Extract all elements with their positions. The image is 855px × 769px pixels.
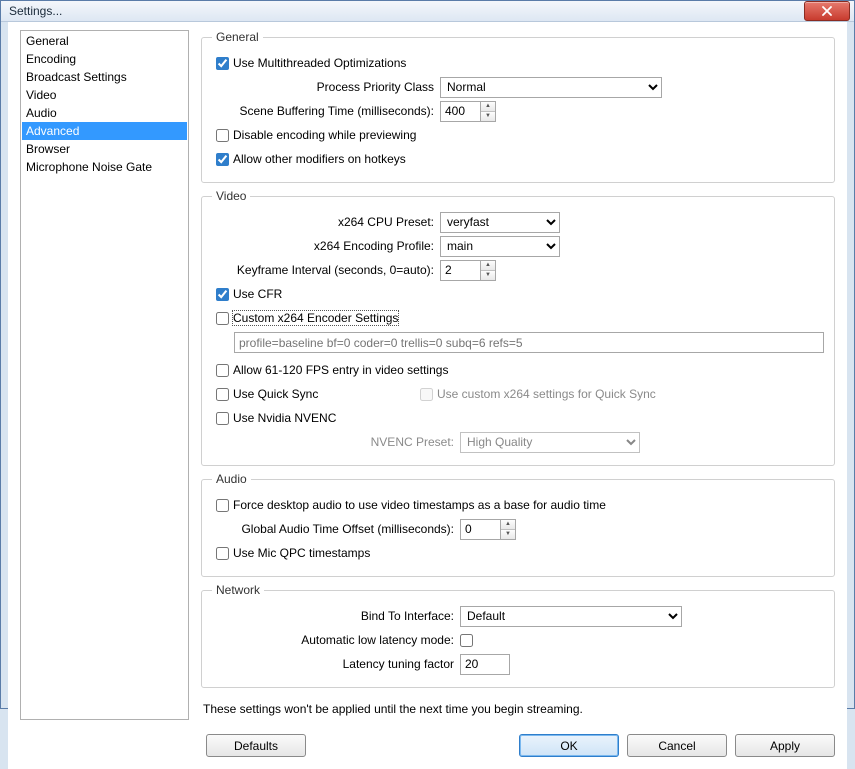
close-button[interactable]	[804, 1, 850, 21]
priority-select[interactable]: Normal	[440, 77, 662, 98]
dialog-body: General Encoding Broadcast Settings Vide…	[8, 22, 847, 728]
network-group: Network Bind To Interface: Default Autom…	[201, 583, 835, 688]
defaults-button[interactable]: Defaults	[206, 734, 306, 757]
use-custom-qs-label: Use custom x264 settings for Quick Sync	[437, 387, 656, 401]
sidebar-item-encoding[interactable]: Encoding	[22, 50, 187, 68]
allow-modifiers-label: Allow other modifiers on hotkeys	[233, 152, 406, 166]
custom-x264-label: Custom x264 Encoder Settings	[233, 311, 398, 325]
keyframe-label: Keyframe Interval (seconds, 0=auto):	[212, 263, 440, 277]
use-custom-qs-checkbox	[420, 388, 433, 401]
scene-buffer-spin-buttons[interactable]: ▲▼	[480, 101, 496, 122]
use-multithreaded-label: Use Multithreaded Optimizations	[233, 56, 406, 70]
nvenc-preset-label: NVENC Preset:	[212, 435, 460, 449]
mic-qpc-label: Use Mic QPC timestamps	[233, 546, 370, 560]
allow-fps-checkbox[interactable]	[216, 364, 229, 377]
use-cfr-checkbox[interactable]	[216, 288, 229, 301]
general-legend: General	[212, 30, 263, 44]
audio-offset-spinner[interactable]: ▲▼	[460, 519, 516, 540]
x264-profile-select[interactable]: main	[440, 236, 560, 257]
sidebar-item-general[interactable]: General	[22, 32, 187, 50]
sidebar-item-broadcast[interactable]: Broadcast Settings	[22, 68, 187, 86]
scene-buffer-label: Scene Buffering Time (milliseconds):	[212, 104, 440, 118]
audio-offset-spin-buttons[interactable]: ▲▼	[500, 519, 516, 540]
force-ts-label: Force desktop audio to use video timesta…	[233, 498, 606, 512]
sidebar-item-audio[interactable]: Audio	[22, 104, 187, 122]
window-title: Settings...	[9, 4, 804, 18]
use-quicksync-checkbox[interactable]	[216, 388, 229, 401]
priority-label: Process Priority Class	[212, 80, 440, 94]
x264-preset-select[interactable]: veryfast	[440, 212, 560, 233]
use-cfr-label: Use CFR	[233, 287, 282, 301]
network-legend: Network	[212, 583, 264, 597]
x264-preset-label: x264 CPU Preset:	[212, 215, 440, 229]
custom-x264-checkbox[interactable]	[216, 312, 229, 325]
titlebar: Settings...	[1, 1, 854, 22]
custom-x264-input	[234, 332, 824, 353]
disable-encoding-label: Disable encoding while previewing	[233, 128, 416, 142]
latency-label: Latency tuning factor	[212, 657, 460, 671]
ok-button[interactable]: OK	[519, 734, 619, 757]
nvenc-preset-select: High Quality	[460, 432, 640, 453]
use-quicksync-label: Use Quick Sync	[233, 387, 318, 401]
cancel-button[interactable]: Cancel	[627, 734, 727, 757]
settings-main: General Use Multithreaded Optimizations …	[201, 30, 835, 720]
sidebar-item-advanced[interactable]: Advanced	[22, 122, 187, 140]
keyframe-spinner[interactable]: ▲▼	[440, 260, 496, 281]
use-nvenc-checkbox[interactable]	[216, 412, 229, 425]
scene-buffer-input[interactable]	[440, 101, 480, 122]
x264-profile-label: x264 Encoding Profile:	[212, 239, 440, 253]
latency-input[interactable]	[460, 654, 510, 675]
audio-offset-label: Global Audio Time Offset (milliseconds):	[212, 522, 460, 536]
video-group: Video x264 CPU Preset: veryfast x264 Enc…	[201, 189, 835, 466]
sidebar-item-micgate[interactable]: Microphone Noise Gate	[22, 158, 187, 176]
general-group: General Use Multithreaded Optimizations …	[201, 30, 835, 183]
bind-select[interactable]: Default	[460, 606, 682, 627]
apply-button[interactable]: Apply	[735, 734, 835, 757]
disable-encoding-checkbox[interactable]	[216, 129, 229, 142]
apply-note: These settings won't be applied until th…	[201, 698, 835, 720]
settings-window: Settings... General Encoding Broadcast S…	[0, 0, 855, 709]
dialog-footer: Defaults OK Cancel Apply	[8, 728, 847, 769]
keyframe-spin-buttons[interactable]: ▲▼	[480, 260, 496, 281]
keyframe-input[interactable]	[440, 260, 480, 281]
close-icon	[822, 6, 832, 16]
mic-qpc-checkbox[interactable]	[216, 547, 229, 560]
use-nvenc-label: Use Nvidia NVENC	[233, 411, 336, 425]
audio-group: Audio Force desktop audio to use video t…	[201, 472, 835, 577]
sidebar-item-video[interactable]: Video	[22, 86, 187, 104]
scene-buffer-spinner[interactable]: ▲▼	[440, 101, 496, 122]
video-legend: Video	[212, 189, 250, 203]
sidebar-item-browser[interactable]: Browser	[22, 140, 187, 158]
force-ts-checkbox[interactable]	[216, 499, 229, 512]
allow-modifiers-checkbox[interactable]	[216, 153, 229, 166]
bind-label: Bind To Interface:	[212, 609, 460, 623]
audio-legend: Audio	[212, 472, 251, 486]
category-sidebar: General Encoding Broadcast Settings Vide…	[20, 30, 189, 720]
auto-lowlat-checkbox[interactable]	[460, 634, 473, 647]
allow-fps-label: Allow 61-120 FPS entry in video settings	[233, 363, 448, 377]
auto-lowlat-label: Automatic low latency mode:	[212, 633, 460, 647]
use-multithreaded-checkbox[interactable]	[216, 57, 229, 70]
audio-offset-input[interactable]	[460, 519, 500, 540]
